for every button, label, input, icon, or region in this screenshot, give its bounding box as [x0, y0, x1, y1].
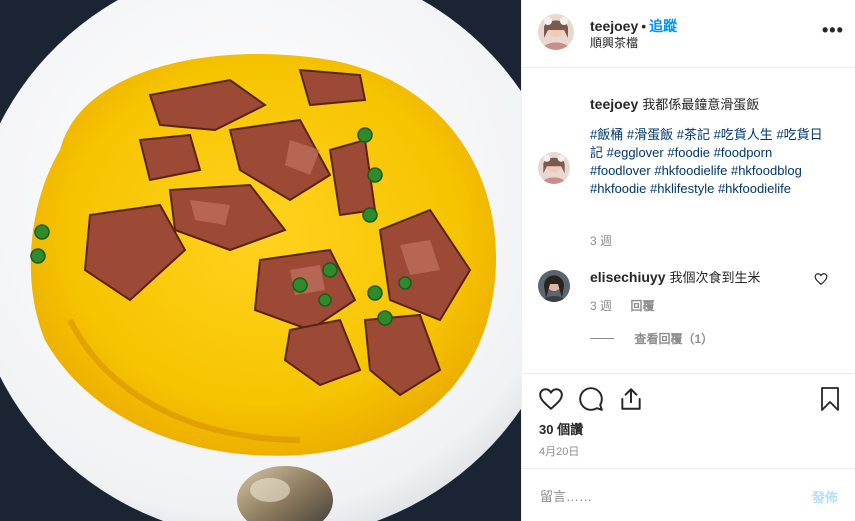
- hashtag[interactable]: #茶記: [677, 127, 710, 142]
- food-photo-illustration: [0, 0, 521, 521]
- likes-count[interactable]: 30 個讚: [539, 419, 583, 438]
- comment-username[interactable]: elisechiuyy: [590, 269, 666, 285]
- post-comment-button[interactable]: 發佈: [812, 487, 838, 506]
- hashtag[interactable]: #hkfoodielife: [654, 163, 727, 178]
- hashtag[interactable]: #hkfoodie: [590, 181, 646, 196]
- caption-timestamp[interactable]: 3 週: [590, 232, 612, 249]
- hashtag[interactable]: #foodie: [667, 145, 710, 160]
- caption-line: teejoey 我都係最鐘意滑蛋飯: [590, 94, 759, 113]
- bookmark-icon[interactable]: [818, 386, 842, 412]
- replies-divider: [590, 338, 614, 340]
- actions-bar: 30 個讚 4月20日: [522, 373, 855, 468]
- hashtag[interactable]: #egglover: [607, 145, 664, 160]
- caption-text: 我都係最鐘意滑蛋飯: [642, 97, 760, 112]
- hashtag[interactable]: #hkfoodblog: [731, 163, 802, 178]
- post-header: teejoey • 追蹤 順興茶檔 •••: [522, 0, 855, 68]
- commenter-avatar[interactable]: [538, 270, 570, 302]
- hashtag[interactable]: #foodlover: [590, 163, 651, 178]
- heart-icon[interactable]: [538, 386, 564, 412]
- comment-meta-row: 3 週 回覆: [590, 297, 654, 315]
- post-sidebar: teejoey • 追蹤 順興茶檔 ••• teejoey 我都係最鐘意滑蛋飯 #飯桶…: [521, 0, 855, 521]
- post-photo[interactable]: [0, 0, 521, 521]
- comment-composer: 發佈: [522, 468, 855, 521]
- hashtag[interactable]: #hklifestyle: [650, 181, 714, 196]
- poster-username[interactable]: teejoey: [590, 18, 638, 34]
- comment-like-icon[interactable]: [814, 272, 828, 286]
- hashtag[interactable]: #foodporn: [714, 145, 773, 160]
- reply-button[interactable]: 回覆: [630, 299, 654, 313]
- comment-input[interactable]: [538, 483, 782, 509]
- hashtag[interactable]: #吃貨人生: [714, 127, 773, 142]
- more-options-icon[interactable]: •••: [822, 20, 844, 41]
- hashtag[interactable]: #hkfoodielife: [718, 181, 791, 196]
- poster-avatar[interactable]: [538, 14, 574, 50]
- follow-button[interactable]: 追蹤: [649, 18, 677, 34]
- hashtag[interactable]: #飯桶: [590, 127, 623, 142]
- view-replies-button[interactable]: 查看回覆（1）: [634, 332, 713, 346]
- comment-timestamp[interactable]: 3 週: [590, 299, 612, 313]
- hashtag-list: #飯桶 #滑蛋飯 #茶記 #吃貨人生 #吃貨日記 #egglover #food…: [590, 126, 830, 198]
- comment-icon[interactable]: [578, 386, 604, 412]
- post-date[interactable]: 4月20日: [539, 443, 579, 459]
- location-link[interactable]: 順興茶檔: [590, 34, 638, 51]
- caption-avatar[interactable]: [538, 152, 570, 184]
- comment-line: elisechiuyy 我個次食到生米: [590, 267, 761, 286]
- separator-dot: •: [641, 18, 647, 34]
- caption-username[interactable]: teejoey: [590, 96, 638, 112]
- comment-text: 我個次食到生米: [669, 270, 761, 285]
- header-title-row: teejoey • 追蹤: [590, 16, 677, 36]
- view-replies-row[interactable]: 查看回覆（1）: [590, 330, 713, 348]
- hashtag[interactable]: #滑蛋飯: [627, 127, 673, 142]
- comments-area: teejoey 我都係最鐘意滑蛋飯 #飯桶 #滑蛋飯 #茶記 #吃貨人生 #吃貨日…: [522, 68, 855, 373]
- share-icon[interactable]: [618, 386, 644, 412]
